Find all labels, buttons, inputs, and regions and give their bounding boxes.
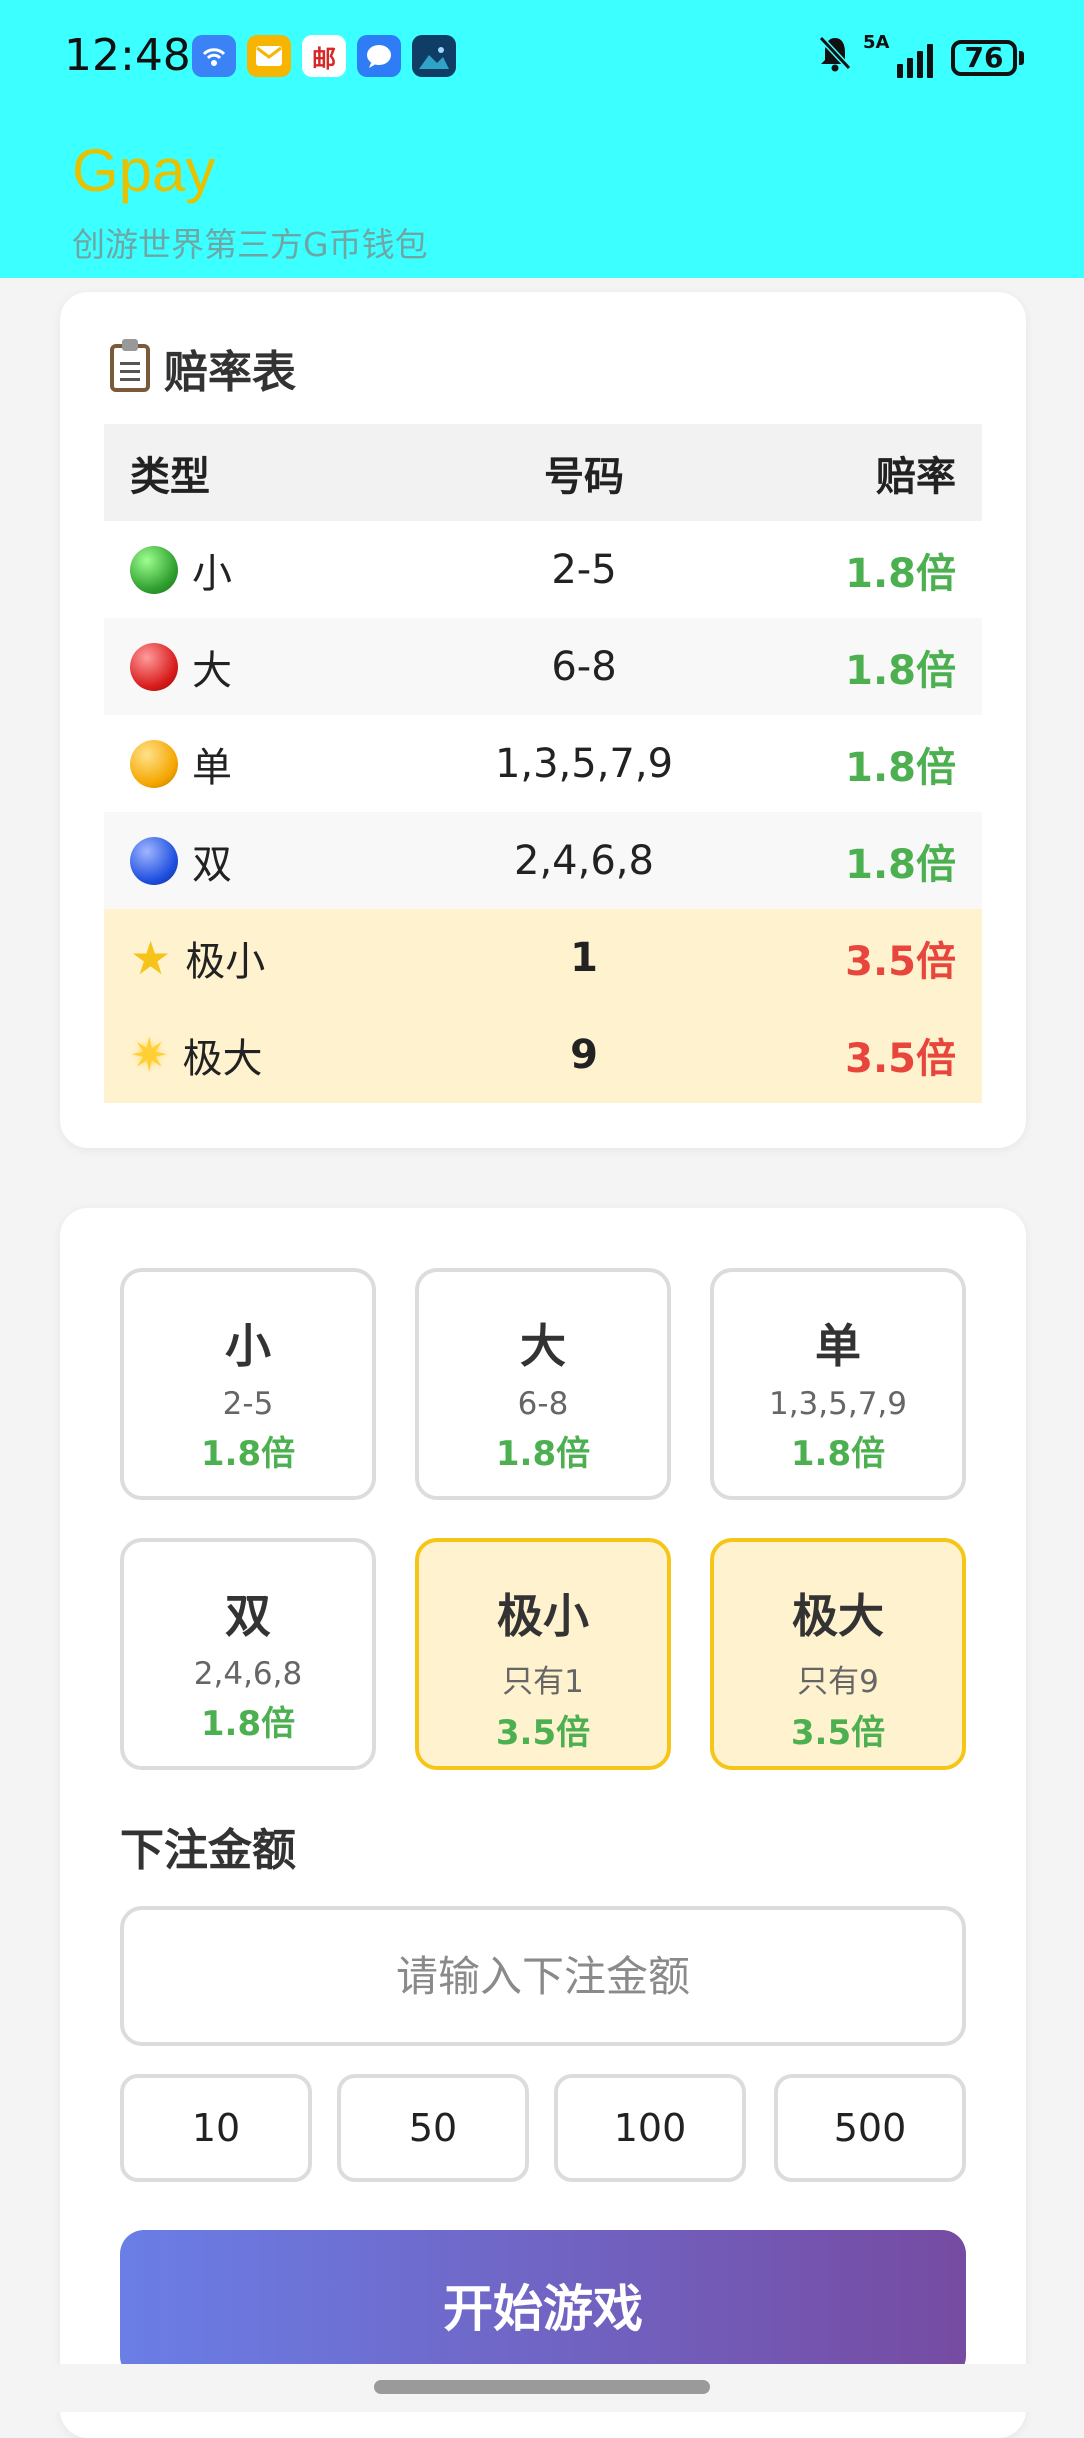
bet-option-big[interactable]: 大 6-8 1.8倍 — [415, 1268, 671, 1500]
table-row: 大 6-8 1.8倍 — [104, 618, 982, 715]
header-type: 类型 — [130, 453, 210, 500]
row-odds: 1.8倍 — [845, 841, 956, 888]
quick-amount-50[interactable]: 50 — [337, 2074, 529, 2182]
row-type: 双 — [192, 841, 232, 888]
table-header: 类型 号码 赔率 — [104, 424, 982, 521]
option-odds: 1.8倍 — [495, 1434, 591, 1474]
option-odds: 1.8倍 — [200, 1434, 296, 1474]
header-odds: 赔率 — [876, 453, 956, 500]
post-icon: 邮 — [302, 35, 346, 77]
photo-icon — [412, 35, 456, 77]
bet-option-small[interactable]: 小 2-5 1.8倍 — [120, 1268, 376, 1500]
bet-option-extreme-big[interactable]: 极大 只有9 3.5倍 — [710, 1538, 966, 1770]
row-odds: 1.8倍 — [845, 647, 956, 694]
start-game-button[interactable]: 开始游戏 — [120, 2230, 966, 2380]
status-bar: 12:48 邮 5A 76 — [0, 0, 1084, 110]
battery-icon: 76 — [951, 39, 1024, 76]
header-numbers: 号码 — [544, 453, 624, 500]
row-odds: 3.5倍 — [845, 938, 956, 985]
option-odds: 1.8倍 — [200, 1704, 296, 1744]
bet-option-odd[interactable]: 单 1,3,5,7,9 1.8倍 — [710, 1268, 966, 1500]
option-title: 极小 — [497, 1589, 589, 1643]
notification-icons: 邮 — [192, 35, 456, 77]
option-title: 极大 — [792, 1589, 884, 1643]
option-title: 双 — [225, 1589, 271, 1643]
bet-card: 小 2-5 1.8倍 大 6-8 1.8倍 单 1,3,5,7,9 1.8倍 双… — [60, 1208, 1026, 2438]
bet-option-even[interactable]: 双 2,4,6,8 1.8倍 — [120, 1538, 376, 1770]
status-time: 12:48 — [64, 30, 191, 81]
wifi-share-icon — [192, 35, 236, 77]
row-numbers: 2-5 — [551, 546, 617, 593]
row-type: 单 — [192, 744, 232, 791]
option-range: 2,4,6,8 — [193, 1656, 303, 1692]
option-range: 只有9 — [797, 1664, 879, 1700]
star-icon: ★ — [130, 930, 172, 985]
row-numbers: 2,4,6,8 — [514, 837, 654, 884]
row-odds: 1.8倍 — [845, 550, 956, 597]
option-range: 只有1 — [502, 1664, 584, 1700]
option-range: 6-8 — [517, 1386, 569, 1422]
row-odds: 1.8倍 — [845, 744, 956, 791]
table-row: ✷ 极大 9 3.5倍 — [104, 1006, 982, 1103]
row-numbers: 1 — [570, 934, 598, 981]
quick-amount-500[interactable]: 500 — [774, 2074, 966, 2182]
app-header: 12:48 邮 5A 76 Gpay 创游世界第三方G币钱包 — [0, 0, 1084, 278]
mail-icon — [247, 35, 291, 77]
quick-amount-10[interactable]: 10 — [120, 2074, 312, 2182]
odds-table-title: 赔率表 — [110, 336, 296, 400]
clipboard-icon — [110, 339, 150, 392]
option-odds: 3.5倍 — [790, 1713, 886, 1753]
bet-amount-input[interactable] — [120, 1906, 966, 2046]
bet-amount-label: 下注金额 — [120, 1825, 296, 1876]
row-type: 小 — [192, 550, 232, 597]
bell-off-icon — [817, 34, 853, 81]
row-type: 极大 — [182, 1035, 263, 1082]
app-title: Gpay — [72, 137, 216, 204]
blue-ball-icon — [130, 836, 178, 885]
status-right: 5A 76 — [817, 32, 1024, 81]
option-title: 单 — [815, 1319, 861, 1373]
table-row: 单 1,3,5,7,9 1.8倍 — [104, 715, 982, 812]
glowing-star-icon: ✷ — [130, 1027, 169, 1082]
quick-amount-100[interactable]: 100 — [554, 2074, 746, 2182]
option-odds: 3.5倍 — [495, 1713, 591, 1753]
odds-title-text: 赔率表 — [164, 347, 296, 398]
row-type: 大 — [192, 647, 232, 694]
option-odds: 1.8倍 — [790, 1434, 886, 1474]
row-numbers: 6-8 — [551, 643, 617, 690]
option-title: 大 — [520, 1319, 566, 1373]
row-odds: 3.5倍 — [845, 1035, 956, 1082]
red-ball-icon — [130, 642, 178, 691]
odds-table-card: 赔率表 类型 号码 赔率 小 2-5 1.8倍 大 6-8 1.8倍 单 1,3… — [60, 292, 1026, 1148]
signal-icon: 5A — [863, 32, 933, 78]
row-type: 极小 — [185, 938, 266, 985]
table-row: ★ 极小 1 3.5倍 — [104, 909, 982, 1006]
row-numbers: 1,3,5,7,9 — [494, 740, 674, 787]
green-ball-icon — [130, 545, 178, 594]
option-range: 2-5 — [222, 1386, 274, 1422]
option-range: 1,3,5,7,9 — [768, 1386, 908, 1422]
option-title: 小 — [225, 1319, 271, 1373]
row-numbers: 9 — [570, 1031, 598, 1078]
bet-option-extreme-small[interactable]: 极小 只有1 3.5倍 — [415, 1538, 671, 1770]
table-row: 小 2-5 1.8倍 — [104, 521, 982, 618]
app-subtitle: 创游世界第三方G币钱包 — [72, 225, 428, 264]
home-indicator[interactable] — [374, 2380, 710, 2394]
chat-icon — [357, 35, 401, 77]
odds-table: 类型 号码 赔率 小 2-5 1.8倍 大 6-8 1.8倍 单 1,3,5,7… — [104, 424, 982, 1103]
battery-level: 76 — [951, 39, 1017, 76]
orange-ball-icon — [130, 739, 178, 788]
table-row: 双 2,4,6,8 1.8倍 — [104, 812, 982, 909]
